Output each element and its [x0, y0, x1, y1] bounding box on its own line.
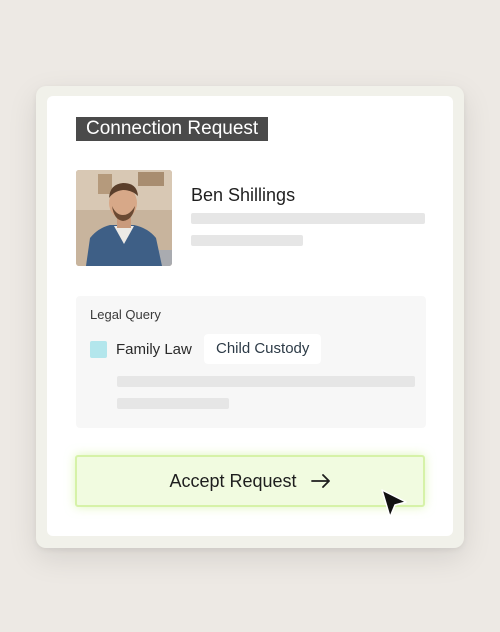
legal-query-label: Legal Query: [90, 307, 161, 322]
accept-request-button[interactable]: Accept Request: [75, 455, 425, 507]
family-law-checkbox[interactable]: [90, 341, 107, 358]
child-custody-tag: Child Custody: [204, 334, 322, 364]
mouse-pointer-icon: [380, 488, 408, 520]
query-detail-placeholder: [117, 376, 415, 387]
card-title: Connection Request: [76, 117, 269, 141]
profile-detail-placeholder: [191, 235, 303, 246]
arrow-right-icon: [310, 474, 331, 488]
family-law-label: Family Law: [116, 341, 192, 358]
profile-detail-placeholder: [191, 213, 425, 224]
query-detail-placeholder: [117, 398, 229, 409]
avatar: [76, 170, 172, 266]
profile-name: Ben Shillings: [191, 185, 296, 205]
accept-request-label: Accept Request: [169, 470, 297, 491]
profile-photo-icon: [76, 170, 172, 266]
